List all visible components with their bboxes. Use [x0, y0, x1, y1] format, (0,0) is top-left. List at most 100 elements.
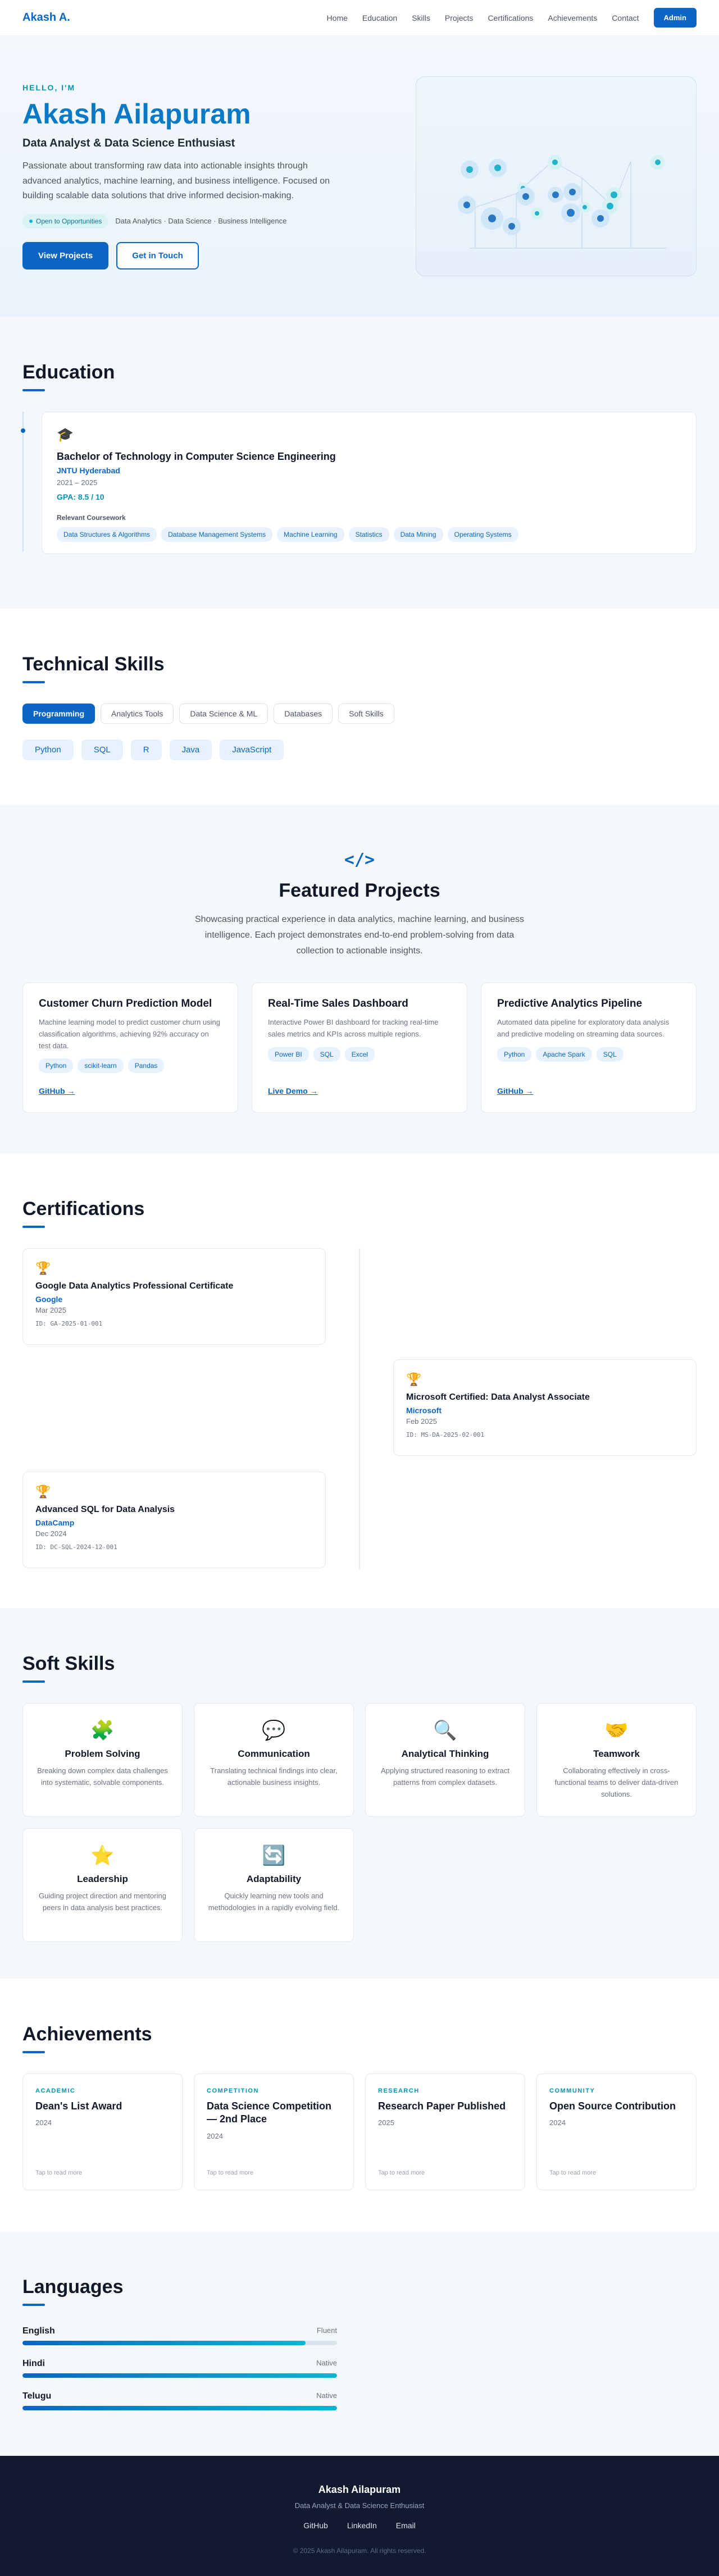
coursework-chip: Operating Systems [447, 527, 518, 542]
hero-greeting: HELLO, I'M [22, 83, 76, 93]
achievement-category: COMMUNITY [549, 2088, 595, 2094]
education-section: Education 🎓 Bachelor of Technology in Co… [0, 317, 719, 609]
soft-skills-section: Soft Skills 🧩 Problem Solving Breaking d… [0, 1608, 719, 1979]
project-live-demo-link[interactable]: Live Demo → [268, 1086, 318, 1095]
language-name: Telugu [22, 2391, 52, 2401]
project-github-link[interactable]: GitHub → [39, 1086, 75, 1095]
soft-skill-description: Guiding project direction and mentoring … [39, 1892, 166, 1912]
nav-link-certifications[interactable]: Certifications [488, 13, 533, 22]
education-title: Education [22, 362, 115, 383]
data-node-icons [458, 155, 665, 235]
footer-copyright: © 2025 Akash Ailapuram. All rights reser… [293, 2547, 426, 2555]
view-projects-button[interactable]: View Projects [22, 241, 109, 270]
soft-skill-title: Leadership [77, 1874, 128, 1884]
soft-skill-card: 🧩 Problem Solving Breaking down complex … [22, 1703, 183, 1817]
project-title: Predictive Analytics Pipeline [497, 998, 643, 1010]
project-tag: Excel [344, 1047, 375, 1062]
certification-name: Advanced SQL for Data Analysis [35, 1505, 175, 1514]
skills-title: Technical Skills [22, 654, 165, 675]
star-icon: ⭐ [90, 1845, 115, 1866]
certification-card[interactable]: 🏆 Microsoft Certified: Data Analyst Asso… [393, 1359, 697, 1456]
language-row: Telugu Native [22, 2391, 337, 2410]
footer: Akash Ailapuram Data Analyst & Data Scie… [0, 2456, 719, 2576]
coursework-chip: Machine Learning [277, 527, 344, 542]
tab-analytics-tools[interactable]: Analytics Tools [101, 704, 174, 724]
achievement-hint: Tap to read more [35, 2169, 83, 2176]
project-github-link[interactable]: GitHub → [497, 1086, 534, 1095]
data-network-illustration [458, 155, 666, 249]
nav-link-projects[interactable]: Projects [445, 13, 474, 22]
skill-items: Python SQL R Java JavaScript [22, 739, 697, 760]
footer-link-linkedin[interactable]: LinkedIn [347, 2521, 377, 2530]
nav-link-achievements[interactable]: Achievements [548, 13, 597, 22]
nav-links: Home Education Skills Projects Certifica… [327, 8, 697, 28]
title-underline [22, 2051, 45, 2053]
certification-date: Feb 2025 [406, 1417, 437, 1426]
achievement-card[interactable]: RESEARCH Research Paper Published 2025 T… [365, 2073, 525, 2190]
achievement-hint: Tap to read more [207, 2169, 254, 2176]
education-timeline: 🎓 Bachelor of Technology in Computer Sci… [21, 412, 697, 554]
hero-focus-areas: Data Analytics · Data Science · Business… [115, 217, 287, 226]
soft-skill-description: Breaking down complex data challenges in… [37, 1766, 168, 1787]
soft-skill-card: 🔍 Analytical Thinking Applying structure… [365, 1703, 525, 1817]
language-row: Hindi Native [22, 2359, 337, 2378]
soft-skill-title: Problem Solving [65, 1748, 140, 1759]
get-in-touch-button[interactable]: Get in Touch [116, 241, 199, 270]
project-card: Predictive Analytics Pipeline Automated … [481, 983, 697, 1113]
degree-title: Bachelor of Technology in Computer Scien… [57, 451, 336, 462]
skill-chip: JavaScript [220, 739, 284, 760]
footer-link-email[interactable]: Email [396, 2521, 416, 2530]
skill-chip: SQL [81, 739, 123, 760]
certification-date: Mar 2025 [35, 1306, 66, 1314]
status-badge-label: Open to Opportunities [36, 217, 102, 225]
project-tag: SQL [596, 1047, 624, 1062]
hero-name: Akash Ailapuram [22, 98, 251, 130]
tab-programming[interactable]: Programming [22, 704, 95, 724]
tab-soft-skills[interactable]: Soft Skills [338, 704, 394, 724]
soft-skills-title: Soft Skills [22, 1653, 115, 1674]
achievement-year: 2025 [378, 2118, 394, 2127]
soft-skill-card: 💬 Communication Translating technical fi… [194, 1703, 354, 1817]
graduation-cap-icon: 🎓 [57, 427, 74, 442]
certification-card[interactable]: 🏆 Google Data Analytics Professional Cer… [22, 1248, 326, 1345]
achievement-title: Open Source Contribution [549, 2100, 676, 2112]
footer-link-github[interactable]: GitHub [303, 2521, 328, 2530]
footer-name: Akash Ailapuram [318, 2484, 401, 2495]
certification-date: Dec 2024 [35, 1529, 67, 1538]
nav-link-home[interactable]: Home [327, 13, 348, 22]
soft-skill-card: 🤝 Teamwork Collaborating effectively in … [536, 1703, 697, 1817]
achievement-category: RESEARCH [378, 2088, 420, 2094]
hero-tags: Open to Opportunities Data Analytics · D… [22, 213, 337, 229]
nav-link-contact[interactable]: Contact [612, 13, 639, 22]
certification-issuer: Google [35, 1295, 63, 1304]
certifications-title: Certifications [22, 1198, 145, 1220]
achievement-card[interactable]: COMMUNITY Open Source Contribution 2024 … [536, 2073, 697, 2190]
soft-skill-title: Adaptability [246, 1874, 302, 1884]
certification-card[interactable]: 🏆 Advanced SQL for Data Analysis DataCam… [22, 1472, 326, 1568]
brand-logo[interactable]: Akash A. [22, 11, 70, 24]
timeline-line [359, 1248, 360, 1569]
nav-link-education[interactable]: Education [362, 13, 397, 22]
soft-skill-title: Analytical Thinking [401, 1748, 489, 1759]
project-tag: Apache Spark [536, 1047, 592, 1062]
projects-grid: Customer Churn Prediction Model Machine … [22, 983, 697, 1113]
admin-button[interactable]: Admin [653, 8, 697, 28]
coursework-label: Relevant Coursework [57, 514, 126, 522]
project-tag: scikit-learn [78, 1058, 124, 1074]
title-underline [22, 1226, 45, 1228]
project-card: Real-Time Sales Dashboard Interactive Po… [252, 983, 467, 1113]
projects-title: Featured Projects [279, 880, 440, 901]
footer-links: GitHub LinkedIn Email [0, 2521, 719, 2530]
achievement-card[interactable]: COMPETITION Data Science Competition — 2… [194, 2073, 354, 2190]
tab-data-science-ml[interactable]: Data Science & ML [179, 704, 269, 724]
tab-databases[interactable]: Databases [274, 704, 333, 724]
puzzle-icon: 🧩 [90, 1720, 115, 1741]
achievement-year: 2024 [35, 2118, 52, 2127]
projects-description: Showcasing practical experience in data … [194, 915, 525, 956]
soft-skill-description: Quickly learning new tools and methodolo… [208, 1892, 340, 1912]
projects-section: </> Featured Projects Showcasing practic… [0, 805, 719, 1153]
achievement-card[interactable]: ACADEMIC Dean's List Award 2024 Tap to r… [22, 2073, 183, 2190]
nav-link-skills[interactable]: Skills [412, 13, 430, 22]
title-underline [22, 389, 45, 391]
hero-buttons: View Projects Get in Touch [22, 241, 337, 270]
